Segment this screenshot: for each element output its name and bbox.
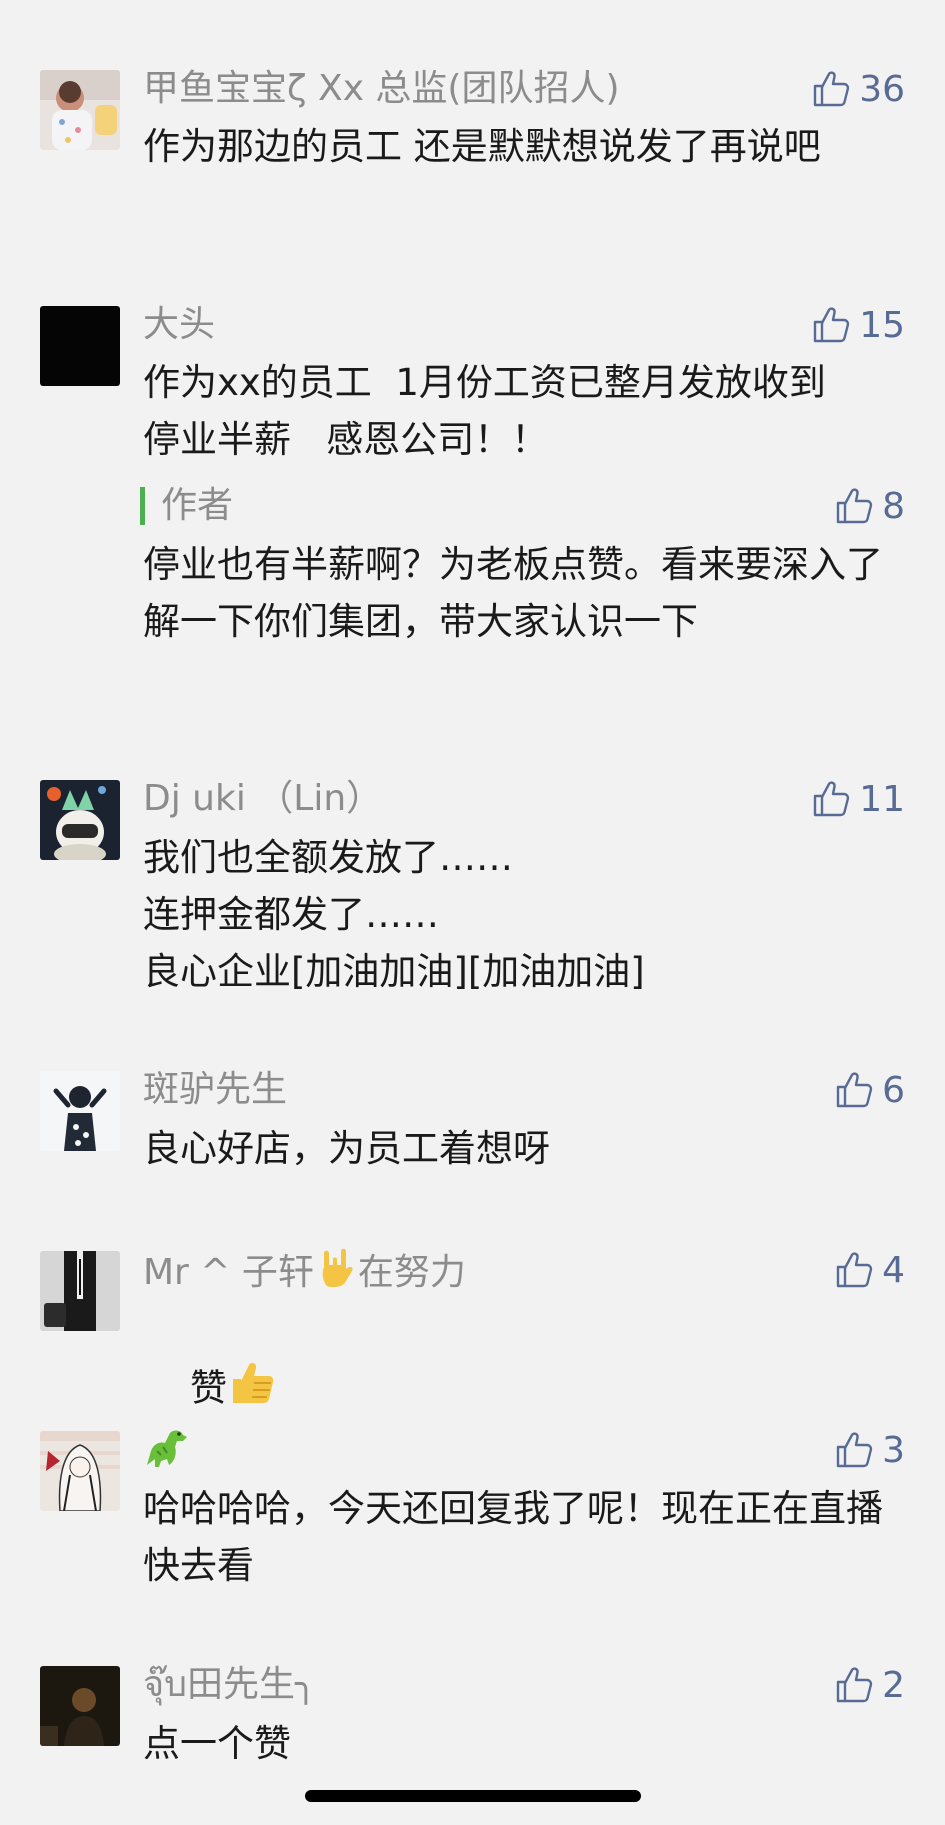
dark-portrait-avatar[interactable]	[40, 1666, 120, 1746]
commenter-name[interactable]: 大头	[143, 300, 215, 350]
home-indicator[interactable]	[305, 1790, 641, 1802]
thumbs-up-icon	[834, 1250, 874, 1290]
reply-like-button[interactable]: 8	[834, 481, 905, 531]
thumbs-up-icon	[834, 1665, 874, 1705]
thumbs-up-icon	[811, 779, 851, 819]
author-reply-text: 停业也有半薪啊？为老板点赞。看来要深入了解一下你们集团，带大家认识一下	[143, 543, 883, 643]
commenter-name[interactable]: Dj uki （Lin）	[143, 774, 382, 824]
comment-text: 哈哈哈哈，今天还回复我了呢！现在正在直播快去看	[143, 1487, 883, 1587]
commenter-name[interactable]: จุ๊บ田先生╮	[143, 1660, 317, 1710]
like-count: 36	[859, 68, 905, 110]
like-count: 11	[859, 778, 905, 820]
like-count: 8	[882, 485, 905, 527]
commenter-name[interactable]: 甲鱼宝宝ζ Xx 总监(团队招人)	[143, 64, 620, 114]
dinosaur-emoji-icon	[143, 1425, 191, 1483]
like-count: 6	[882, 1069, 905, 1111]
like-count: 2	[882, 1664, 905, 1706]
rock-hand-emoji-icon	[314, 1245, 358, 1303]
like-button[interactable]: 6	[834, 1065, 905, 1115]
commenter-name[interactable]: Mr ^ 子轩 在努力	[143, 1245, 466, 1303]
commenter-name[interactable]	[143, 1425, 191, 1483]
like-count: 3	[882, 1429, 905, 1471]
commenter-name[interactable]: 斑驴先生	[143, 1065, 287, 1115]
author-reply-label: 作者	[140, 487, 233, 525]
baby-photo-avatar[interactable]	[40, 70, 120, 150]
like-button[interactable]: 4	[834, 1245, 905, 1295]
anime-girl-avatar[interactable]	[40, 1431, 120, 1511]
thumbs-up-icon	[834, 1430, 874, 1470]
person-photo-avatar[interactable]	[40, 1071, 120, 1151]
comment-text: 作为xx的员工 1月份工资已整月发放收到 停业半薪 感恩公司！！	[143, 361, 850, 461]
thumbs-up-icon	[811, 305, 851, 345]
thumbs-up-emoji-icon	[227, 1357, 277, 1423]
comment-text: 点一个赞	[143, 1722, 291, 1765]
comment-text-content: 赞	[190, 1366, 228, 1410]
black-avatar[interactable]	[40, 306, 120, 386]
like-button[interactable]: 36	[811, 64, 905, 114]
like-count: 15	[859, 304, 905, 346]
like-button[interactable]: 15	[811, 300, 905, 350]
commenter-name-suffix: 在努力	[357, 1252, 466, 1293]
like-button[interactable]: 2	[834, 1660, 905, 1710]
masked-cat-avatar[interactable]	[40, 780, 120, 860]
comment-text: 良心好店，为员工着想呀	[143, 1127, 550, 1170]
suit-man-avatar[interactable]	[40, 1251, 120, 1331]
comment-text: 作为那边的员工 还是默默想说发了再说吧	[143, 125, 821, 168]
thumbs-up-icon	[834, 486, 874, 526]
thumbs-up-icon	[811, 69, 851, 109]
like-button[interactable]: 11	[811, 774, 905, 824]
comment-text: 赞	[143, 1300, 883, 1480]
comment-text: 我们也全额发放了…… 连押金都发了…… 良心企业[加油加油][加油加油]	[143, 836, 645, 993]
thumbs-up-icon	[834, 1070, 874, 1110]
like-button[interactable]: 3	[834, 1425, 905, 1475]
like-count: 4	[882, 1249, 905, 1291]
commenter-name-prefix: Mr ^ 子轩	[143, 1252, 314, 1293]
